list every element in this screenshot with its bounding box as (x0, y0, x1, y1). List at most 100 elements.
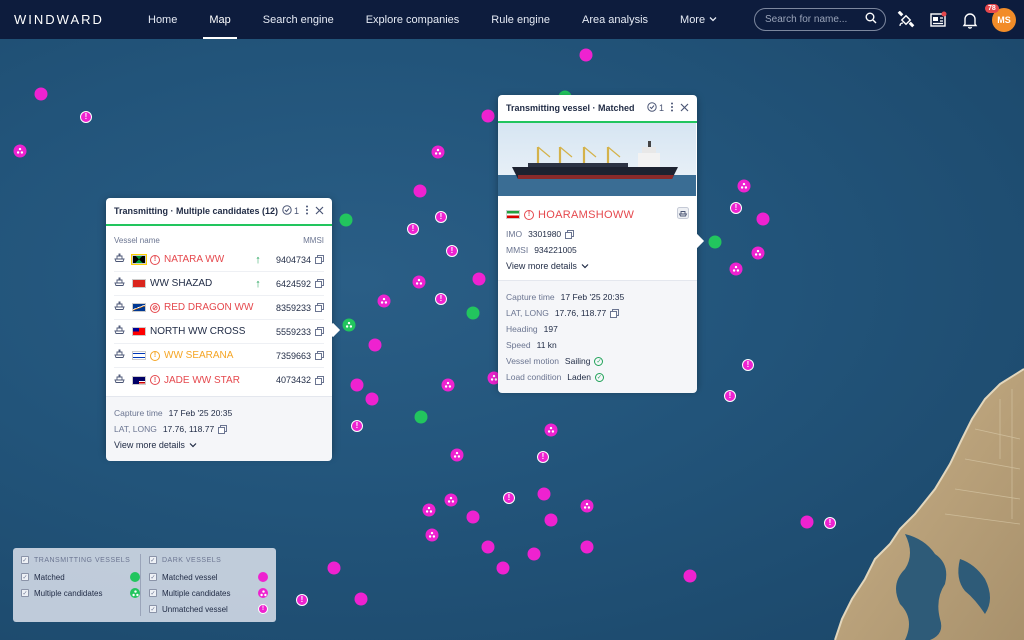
candidate-vessel-name[interactable]: NORTH WW CROSS (150, 326, 245, 337)
candidate-row[interactable]: WW SHAZAD ↑ 6424592 (114, 272, 324, 296)
transmitting-multiple-marker[interactable] (342, 318, 356, 332)
dark-vessel-multiple-marker[interactable] (431, 145, 445, 159)
legend-checkbox[interactable]: ✓ (21, 556, 29, 564)
copy-icon[interactable] (315, 255, 324, 264)
dark-vessel-unmatched-marker[interactable] (296, 594, 308, 606)
legend-checkbox-dark-unmatched[interactable]: ✓ (149, 605, 157, 613)
candidate-row[interactable]: ! JADE WW STAR 4073432 (114, 368, 324, 392)
dark-vessel-unmatched-marker[interactable] (742, 359, 754, 371)
dark-vessel-multiple-marker[interactable] (441, 378, 455, 392)
dark-vessel-unmatched-marker[interactable] (724, 390, 736, 402)
copy-icon[interactable] (565, 229, 575, 239)
dark-vessel-matched-marker[interactable] (368, 338, 382, 352)
copy-icon[interactable] (315, 327, 324, 336)
dark-vessel-matched-marker[interactable] (466, 510, 480, 524)
transmitting-matched-marker[interactable] (708, 235, 722, 249)
copy-icon[interactable] (315, 279, 324, 288)
news-icon[interactable] (928, 10, 948, 30)
dark-vessel-unmatched-marker[interactable] (446, 245, 458, 257)
nav-search-engine[interactable]: Search engine (247, 0, 350, 39)
candidate-row[interactable]: ! WW SEARANA 7359663 (114, 344, 324, 368)
candidate-vessel-name[interactable]: RED DRAGON WW (164, 302, 253, 313)
dark-vessel-multiple-marker[interactable] (444, 493, 458, 507)
dark-vessel-unmatched-marker[interactable] (407, 223, 419, 235)
view-more-details-button[interactable]: View more details (506, 258, 689, 274)
dark-vessel-multiple-marker[interactable] (422, 503, 436, 517)
view-more-details-button[interactable]: View more details (114, 437, 324, 453)
dark-vessel-matched-marker[interactable] (527, 547, 541, 561)
nav-map[interactable]: Map (193, 0, 246, 39)
satellite-icon[interactable] (896, 10, 916, 30)
dark-vessel-matched-marker[interactable] (354, 592, 368, 606)
dark-vessel-unmatched-marker[interactable] (435, 211, 447, 223)
dark-vessel-matched-marker[interactable] (327, 561, 341, 575)
nav-area-analysis[interactable]: Area analysis (566, 0, 664, 39)
legend-checkbox-dark-matched[interactable]: ✓ (149, 573, 157, 581)
dark-vessel-matched-marker[interactable] (683, 569, 697, 583)
check-count-button[interactable]: 1 (647, 102, 664, 114)
dark-vessel-matched-marker[interactable] (579, 48, 593, 62)
dark-vessel-matched-marker[interactable] (580, 540, 594, 554)
dark-vessel-matched-marker[interactable] (756, 212, 770, 226)
dark-vessel-multiple-marker[interactable] (729, 262, 743, 276)
legend-checkbox[interactable]: ✓ (149, 556, 157, 564)
dark-vessel-multiple-marker[interactable] (751, 246, 765, 260)
dark-vessel-multiple-marker[interactable] (737, 179, 751, 193)
dark-vessel-matched-marker[interactable] (544, 513, 558, 527)
candidate-vessel-name[interactable]: JADE WW STAR (164, 375, 240, 386)
dark-vessel-multiple-marker[interactable] (450, 448, 464, 462)
kebab-menu-icon[interactable] (305, 205, 309, 217)
dark-vessel-matched-marker[interactable] (481, 540, 495, 554)
copy-icon[interactable] (315, 351, 324, 360)
copy-icon[interactable] (610, 308, 620, 318)
transmitting-matched-marker[interactable] (414, 410, 428, 424)
dark-vessel-unmatched-marker[interactable] (537, 451, 549, 463)
candidate-row[interactable]: ! NATARA WW ↑ 9404734 (114, 248, 324, 272)
dark-vessel-multiple-marker[interactable] (412, 275, 426, 289)
dark-vessel-matched-marker[interactable] (472, 272, 486, 286)
dark-vessel-matched-marker[interactable] (800, 515, 814, 529)
check-count-button[interactable]: 1 (282, 205, 299, 217)
dark-vessel-matched-marker[interactable] (496, 561, 510, 575)
candidate-row[interactable]: ⊘ RED DRAGON WW 8359233 (114, 296, 324, 320)
dark-vessel-unmatched-marker[interactable] (351, 420, 363, 432)
dark-vessel-unmatched-marker[interactable] (824, 517, 836, 529)
nav-more[interactable]: More (664, 0, 733, 39)
transmitting-matched-marker[interactable] (466, 306, 480, 320)
dark-vessel-matched-marker[interactable] (350, 378, 364, 392)
candidate-row[interactable]: NORTH WW CROSS 5559233 (114, 320, 324, 344)
transmitting-matched-marker[interactable] (339, 213, 353, 227)
candidate-vessel-name[interactable]: NATARA WW (164, 254, 224, 265)
kebab-menu-icon[interactable] (670, 102, 674, 114)
bell-icon[interactable] (960, 10, 980, 30)
copy-icon[interactable] (315, 375, 324, 385)
search-icon[interactable] (865, 12, 877, 27)
copy-icon[interactable] (218, 424, 228, 434)
nav-home[interactable]: Home (132, 0, 193, 39)
legend-checkbox-dark-multiple[interactable]: ✓ (149, 589, 157, 597)
legend-checkbox-matched[interactable]: ✓ (21, 573, 29, 581)
nav-rule-engine[interactable]: Rule engine (475, 0, 566, 39)
dark-vessel-matched-marker[interactable] (481, 109, 495, 123)
close-icon[interactable] (315, 206, 324, 217)
candidate-vessel-name[interactable]: WW SHAZAD (150, 278, 212, 289)
dark-vessel-multiple-marker[interactable] (425, 528, 439, 542)
search-input[interactable] (765, 14, 865, 25)
dark-vessel-matched-marker[interactable] (34, 87, 48, 101)
dark-vessel-unmatched-marker[interactable] (730, 202, 742, 214)
dark-vessel-matched-marker[interactable] (537, 487, 551, 501)
dark-vessel-multiple-marker[interactable] (377, 294, 391, 308)
dark-vessel-matched-marker[interactable] (365, 392, 379, 406)
windward-logo[interactable]: WINDWARD (14, 12, 132, 27)
dark-vessel-unmatched-marker[interactable] (503, 492, 515, 504)
legend-checkbox-multiple[interactable]: ✓ (21, 589, 29, 597)
close-icon[interactable] (680, 103, 689, 114)
dark-vessel-multiple-marker[interactable] (13, 144, 27, 158)
dark-vessel-matched-marker[interactable] (413, 184, 427, 198)
dark-vessel-multiple-marker[interactable] (580, 499, 594, 513)
dark-vessel-unmatched-marker[interactable] (80, 111, 92, 123)
dark-vessel-multiple-marker[interactable] (544, 423, 558, 437)
nav-explore-companies[interactable]: Explore companies (350, 0, 476, 39)
candidate-vessel-name[interactable]: WW SEARANA (164, 350, 233, 361)
dark-vessel-unmatched-marker[interactable] (435, 293, 447, 305)
